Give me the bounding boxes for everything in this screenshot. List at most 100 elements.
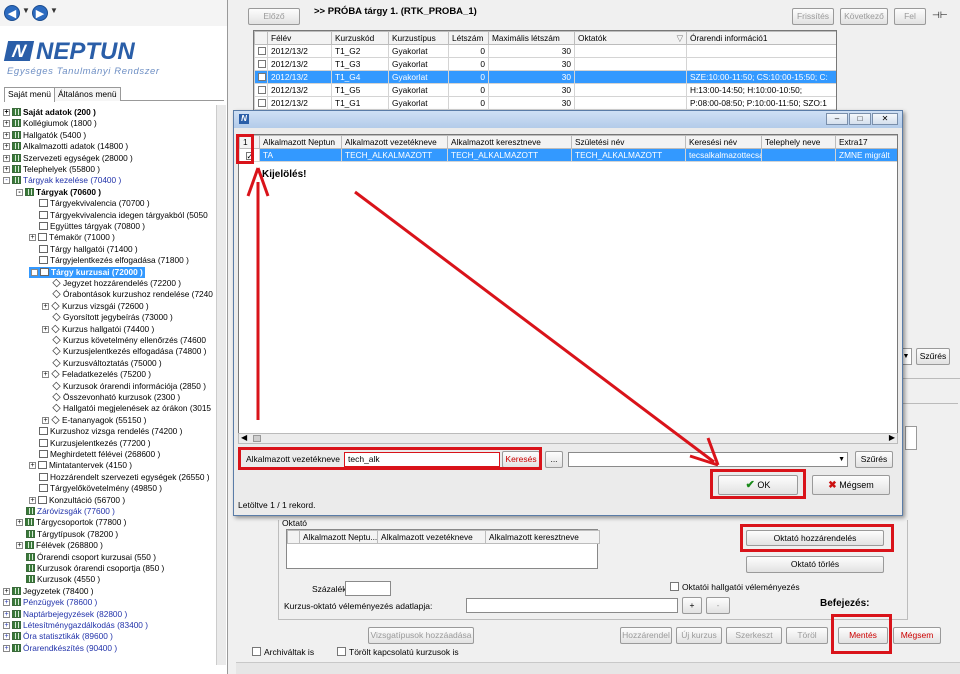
survey-form-input[interactable] [466,598,678,613]
employee-grid-hscrollbar[interactable]: ◀ ▶ [238,433,898,444]
column-header-employee-firstname[interactable]: Alkalmazott keresztneve [485,530,600,544]
forward-icon[interactable]: ▶ [32,5,48,21]
column-header-timetable-info[interactable]: Órarendi információ1 [686,31,836,45]
row-checkbox[interactable] [254,96,268,110]
tree-item[interactable]: Tárgy hallgatói (71400 ) [39,244,138,255]
tree-item[interactable]: - Tárgy kurzusai (72000 ) [29,266,145,278]
expand-icon[interactable]: + [3,154,10,162]
tree-item[interactable]: + Pénzügyek (78600 ) [3,597,97,608]
maximize-icon[interactable]: □ [849,113,871,125]
tree-item[interactable]: + Saját adatok (200 ) [3,107,96,118]
close-icon[interactable]: ✕ [872,113,898,125]
expand-icon[interactable]: + [3,599,10,607]
add-survey-button[interactable]: + [682,597,702,614]
tab-general-menu[interactable]: Általános menü [54,87,121,101]
tree-item[interactable]: + Konzultáció (56700 ) [29,495,125,506]
tree-item[interactable]: Tárgyekvivalencia (70700 ) [39,198,150,209]
collapse-icon[interactable]: - [3,177,10,185]
back-icon[interactable]: ◀ [4,5,20,21]
expand-icon[interactable]: + [16,542,23,550]
tree-item[interactable]: + Témakör (71000 ) [29,232,115,243]
column-header-headcount[interactable]: Létszám [448,31,489,45]
filter-condition-select[interactable]: ▼ [568,452,848,467]
more-options-button[interactable]: ... [545,451,563,468]
tree-item[interactable]: + Naptárbejegyzések (82800 ) [3,609,127,620]
column-header-employee-neptun[interactable]: Alkalmazott Neptu... [299,530,378,544]
column-header-employee-neptun[interactable]: Alkalmazott Neptun [259,135,342,149]
tree-item[interactable]: Órarendi csoport kurzusai (550 ) [26,552,156,563]
expand-icon[interactable]: + [3,143,10,151]
remove-survey-button[interactable]: - [706,597,730,614]
column-header-course-type[interactable]: Kurzustípus [388,31,449,45]
tree-item[interactable]: + Hallgatók (5400 ) [3,130,86,141]
expand-icon[interactable]: + [3,633,10,641]
column-header-employee-surname[interactable]: Alkalmazott vezetékneve [341,135,448,149]
row-checkbox[interactable] [254,83,268,97]
column-header-employee-surname[interactable]: Alkalmazott vezetékneve [377,530,486,544]
tab-own-menu[interactable]: Saját menü [4,87,55,102]
expand-icon[interactable]: + [29,234,36,242]
expand-icon[interactable]: + [42,371,49,379]
collapse-icon[interactable]: - [31,268,38,276]
expand-icon[interactable]: + [42,302,49,310]
tree-item[interactable]: Kurzusok (4550 ) [26,574,100,585]
expand-icon[interactable]: + [3,131,10,139]
expand-icon[interactable]: + [29,462,36,470]
instructor-opinion-checkbox[interactable] [670,582,679,591]
expand-icon[interactable]: + [42,325,49,333]
collapse-icon[interactable]: - [16,188,23,196]
tree-item[interactable]: + Órarendkészítés (90400 ) [3,643,117,654]
menu-tree-scrollbar[interactable] [216,105,226,665]
tree-item[interactable]: + Tárgycsoportok (77800 ) [16,517,126,528]
expand-icon[interactable]: + [3,644,10,652]
tree-item[interactable]: Összevonható kurzusok (2300 ) [52,392,180,403]
table-row[interactable]: 2012/13/2 T1_G2 Gyakorlat 0 30 [254,44,836,58]
delete-instructor-button[interactable]: Oktató törlés [746,556,884,573]
tree-item[interactable]: + Létesítménygazdálkodás (83400 ) [3,620,148,631]
tree-item[interactable]: Kurzusjelentkezés elfogadása (74800 ) [52,346,206,357]
cancel-button[interactable]: ✖ Mégsem [812,475,890,495]
up-button[interactable]: Fel [894,8,926,25]
tree-item[interactable]: Kurzus követelmény ellenőrzés (74600 [52,335,206,346]
column-header-search-name[interactable]: Keresési név [685,135,762,149]
table-row[interactable]: 2012/13/2 T1_G5 Gyakorlat 0 30 H:13:00-14:50;… [254,83,836,97]
add-exam-types-button[interactable]: Vizsgatípusok hozzáadása [368,627,474,644]
tree-item[interactable]: Kurzushoz vizsga rendelés (74200 ) [39,426,182,437]
column-header-max-headcount[interactable]: Maximális létszám [488,31,575,45]
tree-item[interactable]: Hallgatói megjelenések az órákon (3015 [52,403,211,414]
row-checkbox[interactable] [254,44,268,58]
archived-checkbox[interactable] [252,647,261,656]
tree-item[interactable]: Kurzusok órarendi információja (2850 ) [52,381,206,392]
delete-button[interactable]: Töröl [786,627,828,644]
cancel-button-main[interactable]: Mégsem [893,627,941,644]
column-header-semester[interactable]: Félév [267,31,332,45]
percent-input[interactable] [345,581,391,596]
tree-item[interactable]: + Kurzus hallgatói (74400 ) [42,324,154,335]
row-checkbox[interactable] [254,57,268,71]
tree-item[interactable]: Gyorsított jegybeírás (73000 ) [52,312,173,323]
tree-item[interactable]: Tárgytípusok (78200 ) [26,529,118,540]
tree-item[interactable]: Jegyzet hozzárendelés (72200 ) [52,278,181,289]
tree-item[interactable]: Tárgyjelentkezés elfogadása (71800 ) [39,255,189,266]
tree-item[interactable]: + Kurzus vizsgái (72600 ) [42,301,149,312]
deleted-links-checkbox[interactable] [337,647,346,656]
column-header-birth-name[interactable]: Születési név [571,135,686,149]
column-header-extra17[interactable]: Extra17 [835,135,897,149]
column-header-instructors[interactable]: Oktatók ▽ [574,31,687,45]
tree-item[interactable]: + Szervezeti egységek (28000 ) [3,153,133,164]
back-history-dropdown-icon[interactable]: ▼ [22,6,30,15]
tree-item[interactable]: + Jegyzetek (78400 ) [3,586,94,597]
tree-item[interactable]: + Félévek (268800 ) [16,540,103,551]
scroll-thumb[interactable] [253,435,261,442]
sort-icon[interactable]: ▽ [677,33,683,43]
expand-icon[interactable]: + [3,109,10,116]
tree-item[interactable]: Órabontások kurzushoz rendelése (7240 [52,289,213,300]
tree-item[interactable]: + Feladatkezelés (75200 ) [42,369,151,380]
pin-icon[interactable]: ⊣⊢ [932,10,948,21]
tree-item[interactable]: + Mintatantervek (4150 ) [29,460,132,471]
tree-item[interactable]: + Óra statisztikák (89600 ) [3,631,113,642]
tree-item[interactable]: Meghirdetett félévei (268600 ) [39,449,160,460]
tree-item[interactable]: + Telephelyek (55800 ) [3,164,100,175]
edit-button[interactable]: Szerkeszt [726,627,782,644]
minimize-icon[interactable]: – [826,113,848,125]
